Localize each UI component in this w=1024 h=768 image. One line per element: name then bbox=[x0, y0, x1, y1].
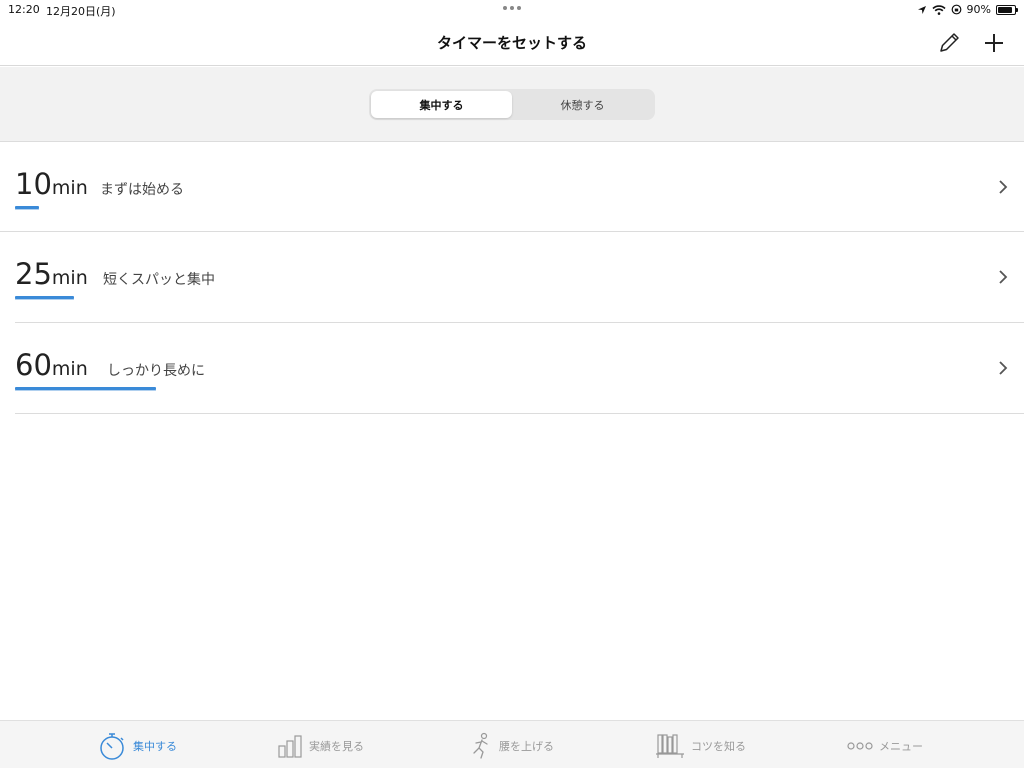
tab-label: コツを知る bbox=[691, 740, 746, 753]
timer-description: まずは始める bbox=[100, 182, 184, 198]
timer-list: 10min まずは始める 25min 短くスパッと集中 60min しっかり長め… bbox=[0, 141, 1024, 414]
timer-duration: 60min bbox=[15, 348, 88, 382]
pencil-icon[interactable] bbox=[936, 30, 962, 56]
tab-bar: 集中する 実績を見る 腰を上げる コツを知る メニュー bbox=[0, 720, 1024, 768]
chevron-right-icon bbox=[999, 270, 1008, 284]
timer-duration: 25min bbox=[15, 257, 88, 291]
tab-label: メニュー bbox=[879, 740, 923, 753]
timer-row-10[interactable]: 10min まずは始める bbox=[0, 141, 1024, 232]
timer-description: しっかり長めに bbox=[107, 363, 205, 379]
timer-unit: min bbox=[51, 177, 88, 199]
timer-level-bar bbox=[15, 387, 156, 391]
timer-description: 短くスパッと集中 bbox=[103, 272, 215, 288]
status-bar: 12:20 12月20日(月) 90% bbox=[0, 0, 1024, 22]
tab-label: 集中する bbox=[133, 740, 177, 753]
chevron-right-icon bbox=[999, 361, 1008, 375]
bar-chart-icon bbox=[278, 735, 302, 758]
status-indicators: 90% bbox=[917, 3, 1018, 16]
timer-unit: min bbox=[51, 358, 88, 380]
location-icon bbox=[917, 5, 926, 14]
timer-number: 25 bbox=[15, 257, 52, 291]
segment-break[interactable]: 休憩する bbox=[512, 91, 653, 118]
stopwatch-icon bbox=[100, 733, 124, 760]
navigation-bar: タイマーをセットする bbox=[0, 22, 1024, 66]
battery-icon bbox=[996, 4, 1018, 15]
mode-segmented-control: 集中する 休憩する bbox=[369, 89, 655, 120]
orientation-lock-icon bbox=[951, 4, 961, 15]
timer-number: 60 bbox=[15, 348, 52, 382]
wifi-icon bbox=[931, 4, 946, 15]
running-person-icon bbox=[473, 732, 488, 759]
page-title: タイマーをセットする bbox=[436, 34, 587, 52]
more-icon bbox=[847, 742, 873, 750]
status-date: 12月20日(月) bbox=[46, 5, 116, 18]
bookshelf-icon bbox=[656, 734, 684, 758]
segment-focus[interactable]: 集中する bbox=[371, 91, 512, 118]
multitasking-dots-icon[interactable] bbox=[503, 6, 523, 12]
tab-records[interactable]: 実績を見る bbox=[277, 729, 364, 763]
timer-row-25[interactable]: 25min 短くスパッと集中 bbox=[15, 232, 1024, 323]
chevron-right-icon bbox=[999, 180, 1008, 194]
segment-area: 集中する 休憩する bbox=[0, 67, 1024, 141]
battery-percent: 90% bbox=[966, 3, 991, 16]
timer-unit: min bbox=[51, 267, 88, 289]
tab-label: 実績を見る bbox=[309, 740, 364, 753]
status-time: 12:20 bbox=[8, 3, 40, 16]
tab-tips[interactable]: コツを知る bbox=[655, 729, 746, 763]
tab-label: 腰を上げる bbox=[499, 740, 554, 753]
tab-focus[interactable]: 集中する bbox=[97, 729, 177, 763]
timer-duration: 10min bbox=[15, 167, 88, 201]
tab-get-up[interactable]: 腰を上げる bbox=[469, 729, 554, 763]
timer-level-bar bbox=[15, 296, 74, 300]
tab-menu[interactable]: メニュー bbox=[847, 729, 923, 763]
timer-row-60[interactable]: 60min しっかり長めに bbox=[15, 323, 1024, 414]
plus-icon[interactable] bbox=[981, 30, 1007, 56]
timer-level-bar bbox=[15, 206, 39, 210]
timer-number: 10 bbox=[15, 167, 52, 201]
